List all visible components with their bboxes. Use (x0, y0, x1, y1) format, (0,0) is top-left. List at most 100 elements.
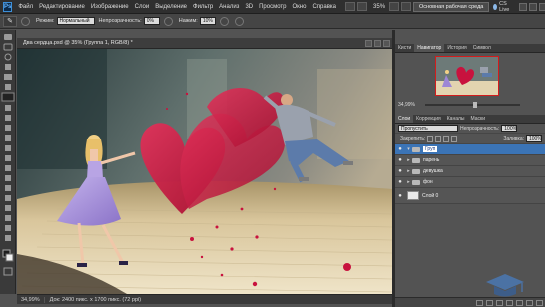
menu-help[interactable]: Справка (309, 4, 339, 10)
menu-quick-tools: 35% (345, 2, 413, 11)
menu-edit[interactable]: Редактирование (36, 4, 88, 10)
menu-filter[interactable]: Фильтр (190, 4, 216, 10)
opacity-input[interactable]: 0% (143, 17, 160, 25)
path-select-tool-icon (5, 185, 11, 191)
layer-name-edit[interactable]: Груп (423, 146, 438, 152)
visibility-eye-icon[interactable]: ● (395, 193, 405, 199)
layer-row[interactable]: ● Слой 0 (395, 188, 545, 204)
layer-style-icon[interactable] (486, 299, 493, 306)
new-layer-icon[interactable] (526, 299, 533, 306)
mode-select[interactable]: Нормальный (56, 17, 95, 25)
tab-navigator[interactable]: Навигатор (414, 44, 445, 52)
menu-window[interactable]: Окно (290, 4, 310, 10)
graduation-cap-watermark-icon (486, 274, 524, 297)
menu-image[interactable]: Изображение (88, 4, 132, 10)
quick-mask-icon (3, 267, 13, 276)
layer-row[interactable]: ● ▾ Груп (395, 144, 545, 155)
menu-3d[interactable]: 3D (242, 4, 256, 10)
tab-masks[interactable]: Маски (468, 115, 488, 123)
menu-select[interactable]: Выделение (152, 4, 190, 10)
marquee-tool-icon (3, 43, 13, 51)
layer-opacity-label: Непрозрачность: (460, 125, 500, 132)
tab-character[interactable]: Символ (470, 44, 494, 52)
menu-file[interactable]: Файл (15, 4, 36, 10)
status-zoom[interactable]: 34,99% (17, 296, 45, 303)
navigator-thumbnail[interactable] (435, 56, 499, 96)
pressure-opacity-icon[interactable] (163, 16, 173, 26)
brush-size-icon[interactable] (21, 16, 30, 26)
airbrush-icon[interactable] (219, 16, 229, 26)
lock-pixels-icon[interactable] (435, 135, 442, 142)
mini-bridge-button[interactable] (357, 2, 368, 11)
document-window-controls (365, 39, 392, 47)
visibility-eye-icon[interactable]: ● (395, 179, 405, 185)
tool-icons (1, 34, 15, 276)
doc-maximize-button[interactable] (374, 39, 381, 47)
document-tab[interactable]: Два сердца.psd @ 35% (Группа 1, RGB/8) * (17, 38, 392, 49)
layer-opacity-input[interactable]: 100% (501, 125, 518, 132)
tab-channels[interactable]: Каналы (444, 115, 468, 123)
doc-close-button[interactable] (383, 39, 390, 47)
menu-analysis[interactable]: Анализ (216, 4, 242, 10)
workspace-switcher-button[interactable]: Основная рабочая среда (413, 1, 490, 12)
group-folder-icon (412, 146, 420, 152)
brush-tool-icon (1, 92, 15, 102)
adjustment-layer-icon[interactable] (506, 299, 513, 306)
tab-brushes[interactable]: Кисти (395, 44, 414, 52)
doc-minimize-button[interactable] (365, 39, 372, 47)
group-folder-icon (412, 179, 420, 185)
layer-name: девушка (423, 168, 443, 174)
zoom-level[interactable]: 35% (373, 4, 385, 10)
menu-layers[interactable]: Слои (132, 4, 153, 10)
link-layers-icon[interactable] (476, 299, 483, 306)
visibility-eye-icon[interactable]: ● (395, 168, 405, 174)
layer-thumbnail (407, 191, 419, 200)
lock-row: Закрепить: Заливка: 100% (395, 134, 545, 144)
arrange-documents-button[interactable] (389, 2, 400, 11)
group-folder-icon (412, 168, 420, 174)
minimize-button[interactable] (519, 2, 528, 11)
blend-mode-select[interactable]: Пропустить (398, 125, 458, 132)
eyedropper-tool-icon (5, 84, 11, 90)
navigator-zoom-slider[interactable] (425, 102, 520, 108)
cs-live-button[interactable]: CS Live (493, 1, 511, 13)
flow-input[interactable]: 10% (199, 17, 216, 25)
visibility-eye-icon[interactable]: ● (395, 146, 405, 152)
visibility-eye-icon[interactable]: ● (395, 157, 405, 163)
fill-input[interactable]: 100% (526, 135, 542, 142)
add-mask-icon[interactable] (496, 299, 503, 306)
flow-label: Нажим: (178, 18, 198, 24)
navigator-zoom-value[interactable]: 34,99% (398, 102, 415, 108)
delete-layer-icon[interactable] (536, 299, 543, 306)
screen-mode-button[interactable] (401, 2, 412, 11)
lock-all-icon[interactable] (451, 135, 458, 142)
brush-preset-icon[interactable]: ✎ (3, 15, 17, 27)
3d-camera-tool-icon (5, 215, 11, 221)
new-group-icon[interactable] (516, 299, 523, 306)
bridge-button[interactable] (345, 2, 356, 11)
expand-chevron-icon[interactable]: ▸ (405, 168, 412, 174)
document-canvas[interactable] (17, 49, 392, 294)
lock-transparency-icon[interactable] (427, 135, 434, 142)
type-tool-icon (5, 175, 11, 181)
pen-tool-icon (5, 165, 11, 171)
expand-chevron-icon[interactable]: ▸ (405, 157, 412, 163)
pressure-size-icon[interactable] (234, 16, 244, 26)
expand-chevron-icon[interactable]: ▾ (405, 146, 412, 152)
maximize-button[interactable] (529, 2, 538, 11)
expand-chevron-icon[interactable]: ▸ (405, 179, 412, 185)
tab-history[interactable]: История (444, 44, 469, 52)
layer-row[interactable]: ● ▸ парень (395, 155, 545, 166)
close-button[interactable] (539, 2, 545, 11)
tab-layers[interactable]: Слои (395, 115, 414, 123)
hand-tool-icon (5, 225, 11, 231)
blur-tool-icon (5, 145, 11, 151)
menu-view[interactable]: Просмотр (256, 4, 289, 10)
lock-position-icon[interactable] (443, 135, 450, 142)
layer-row[interactable]: ● ▸ девушка (395, 166, 545, 177)
status-doc-info[interactable]: Док: 2400 пикс. x 1700 пикс. (72 ppi) (45, 297, 141, 303)
layer-row[interactable]: ● ▸ фон (395, 177, 545, 188)
tab-adjustments[interactable]: Коррекция (413, 115, 444, 123)
navigator-slider-knob[interactable] (473, 102, 477, 108)
artwork-image (17, 49, 392, 294)
